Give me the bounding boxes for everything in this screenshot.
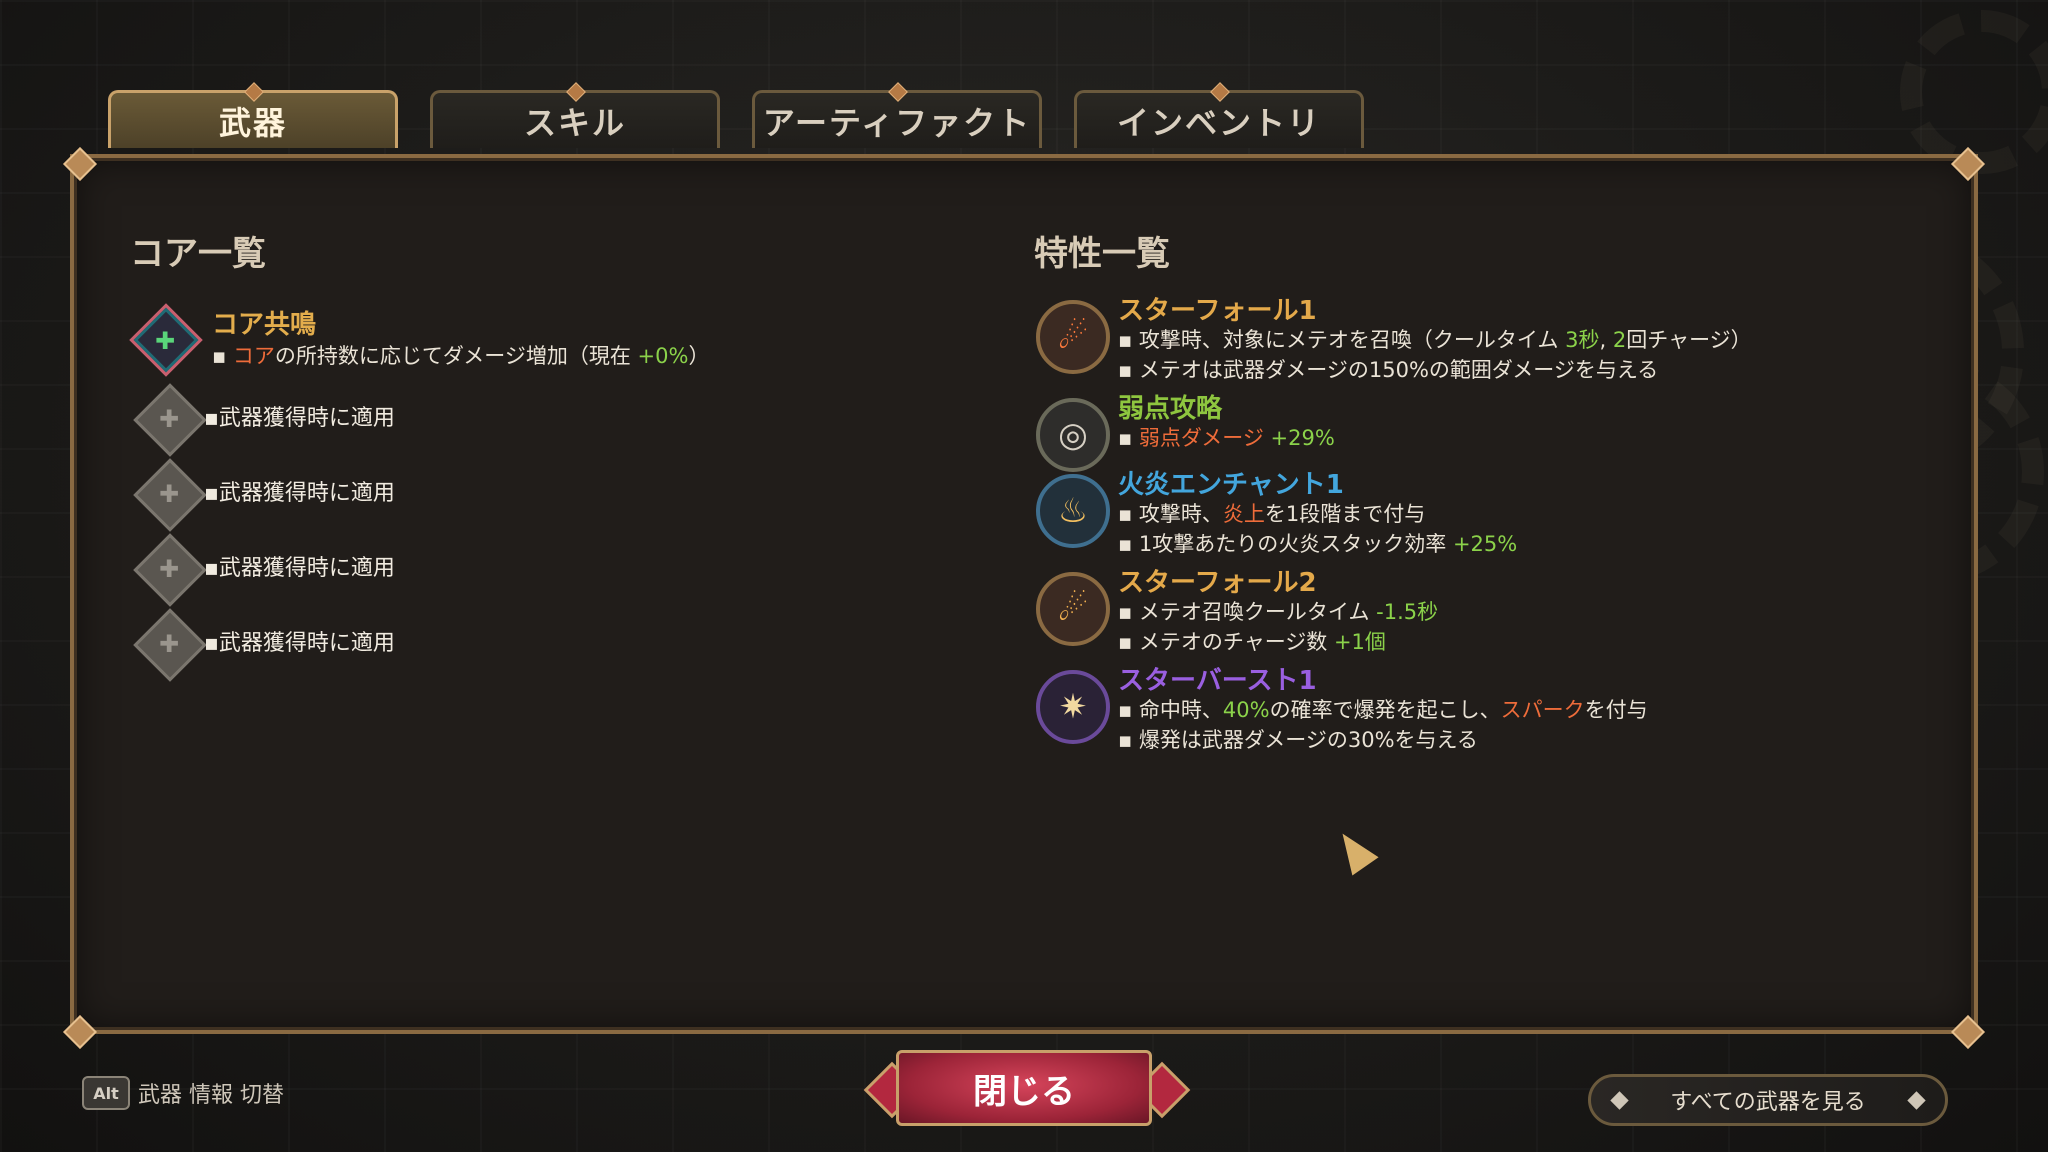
tab-skills[interactable]: スキル xyxy=(430,82,720,148)
trait-fire-enchant[interactable]: ♨ 火炎エンチャント1 ▪ 攻撃時、炎上を1段階まで付与 ▪ 1攻撃あたりの火炎… xyxy=(1036,468,1936,558)
trait-desc: ▪ 攻撃時、対象にメテオを召喚（クールタイム 3秒, 2回チャージ） xyxy=(1118,328,1752,352)
trait-starfall-2[interactable]: ☄ スターフォール2 ▪ メテオ召喚クールタイム -1.5秒 ▪ メテオのチャー… xyxy=(1036,566,1936,656)
core-slot-label: ▪武器獲得時に適用 xyxy=(204,631,395,656)
close-button-label: 閉じる xyxy=(973,1071,1075,1112)
sun-emblem-decoration xyxy=(1900,10,2048,174)
trait-starfall-1[interactable]: ☄ スターフォール1 ▪ 攻撃時、対象にメテオを召喚（クールタイム 3秒, 2回… xyxy=(1036,294,1936,384)
trait-name: スターフォール1 xyxy=(1118,296,1317,326)
trait-desc: ▪ 攻撃時、炎上を1段階まで付与 xyxy=(1118,502,1426,526)
fire-enchant-icon: ♨ xyxy=(1036,474,1110,548)
core-resonance-name: コア共鳴 xyxy=(212,310,317,340)
trait-desc: ▪ 命中時、40%の確率で爆発を起こし、スパークを付与 xyxy=(1118,698,1648,722)
trait-name: スターフォール2 xyxy=(1118,568,1317,598)
core-slot[interactable]: ✚ ▪武器獲得時に適用 xyxy=(133,608,936,682)
core-resonance-desc: ▪ コアの所持数に応じてダメージ増加（現在 +0%） xyxy=(212,344,710,368)
toggle-weapon-info-hint[interactable]: 武器 情報 切替 xyxy=(138,1077,284,1109)
core-slot-label: ▪武器獲得時に適用 xyxy=(204,556,395,581)
trait-name: スターバースト1 xyxy=(1118,666,1317,696)
core-slot-label: ▪武器獲得時に適用 xyxy=(204,406,395,431)
view-all-weapons-button[interactable]: すべての武器を見る xyxy=(1588,1074,1948,1126)
trait-starburst[interactable]: ✷ スターバースト1 ▪ 命中時、40%の確率で爆発を起こし、スパークを付与 ▪… xyxy=(1036,664,1936,754)
view-all-weapons-label: すべての武器を見る xyxy=(1670,1090,1866,1115)
tab-label: 武器 xyxy=(218,103,287,142)
tab-label: スキル xyxy=(523,103,626,142)
trait-desc: ▪ メテオは武器ダメージの150%の範囲ダメージを与える xyxy=(1118,358,1659,382)
meteor-icon: ☄ xyxy=(1036,300,1110,374)
plus-icon: ✚ xyxy=(158,555,180,583)
trait-name: 弱点攻略 xyxy=(1118,394,1223,424)
tab-label: アーティファクト xyxy=(762,103,1032,142)
traits-list-title: 特性一覧 xyxy=(1034,234,1170,274)
trait-desc: ▪ 1攻撃あたりの火炎スタック効率 +25% xyxy=(1118,532,1518,556)
meteor-icon: ☄ xyxy=(1036,572,1110,646)
tab-label: インベントリ xyxy=(1116,103,1321,142)
starburst-icon: ✷ xyxy=(1036,670,1110,744)
core-list-title: コア一覧 xyxy=(130,234,266,274)
alt-key-icon: Alt xyxy=(82,1076,130,1110)
plus-icon: ✚ xyxy=(158,630,180,658)
core-slot-label: ▪武器獲得時に適用 xyxy=(204,481,395,506)
core-resonance: ✚ コア共鳴 ▪ コアの所持数に応じてダメージ増加（現在 +0%） xyxy=(129,303,936,377)
close-button[interactable]: 閉じる xyxy=(896,1050,1152,1126)
tab-artifacts[interactable]: アーティファクト xyxy=(752,82,1042,148)
plus-icon: ✚ xyxy=(154,327,176,355)
tab-weapons[interactable]: 武器 xyxy=(108,82,398,148)
diamond-icon xyxy=(1610,1091,1629,1110)
tab-inventory[interactable]: インベントリ xyxy=(1074,82,1364,148)
weakpoint-target-icon: ◎ xyxy=(1036,398,1110,472)
trait-name: 火炎エンチャント1 xyxy=(1118,470,1344,500)
diamond-icon xyxy=(1907,1091,1926,1110)
plus-icon: ✚ xyxy=(158,405,180,433)
core-slot[interactable]: ✚ ▪武器獲得時に適用 xyxy=(133,458,936,532)
trait-desc: ▪ 爆発は武器ダメージの30%を与える xyxy=(1118,728,1478,752)
plus-icon: ✚ xyxy=(158,480,180,508)
trait-desc: ▪ メテオ召喚クールタイム -1.5秒 xyxy=(1118,600,1439,624)
trait-desc: ▪ 弱点ダメージ +29% xyxy=(1118,426,1335,450)
trait-weakpoint[interactable]: ◎ 弱点攻略 ▪ 弱点ダメージ +29% xyxy=(1036,392,1936,472)
core-slot[interactable]: ✚ ▪武器獲得時に適用 xyxy=(133,533,936,607)
trait-desc: ▪ メテオのチャージ数 +1個 xyxy=(1118,630,1386,654)
core-slot[interactable]: ✚ ▪武器獲得時に適用 xyxy=(133,383,936,457)
